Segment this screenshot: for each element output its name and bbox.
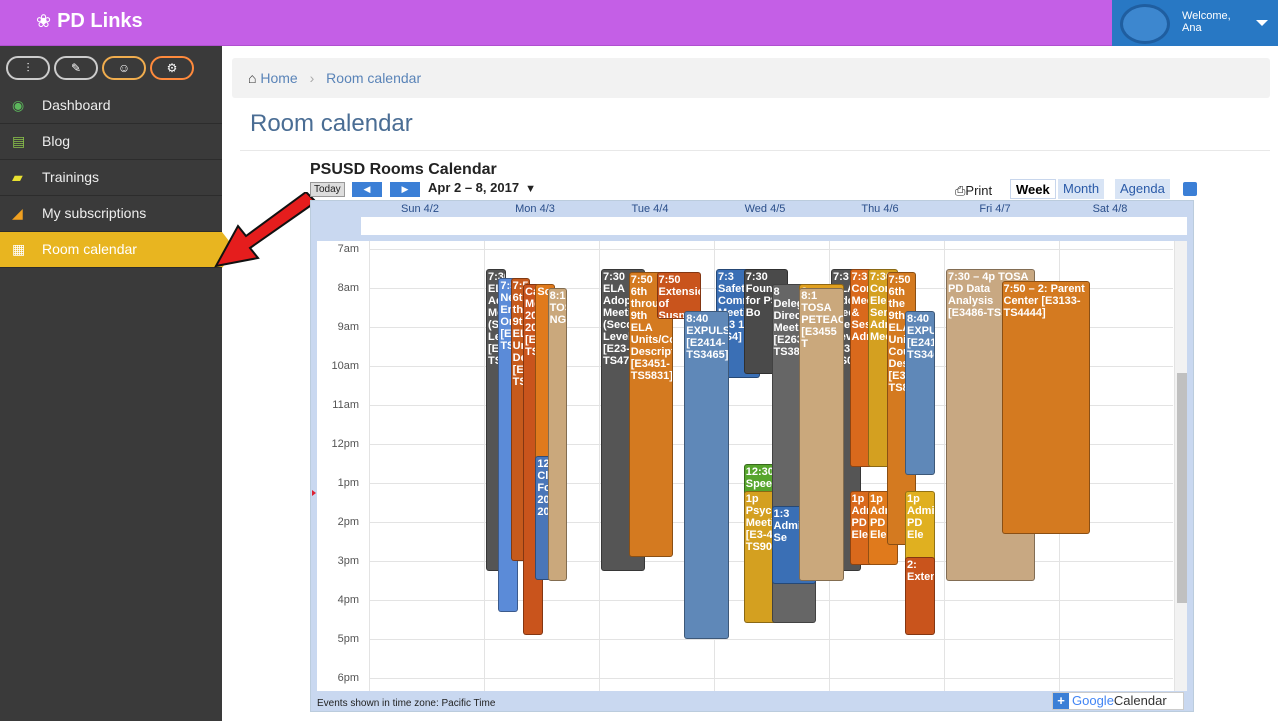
sidebar-item-dashboard[interactable]: ◉ Dashboard	[0, 88, 222, 124]
tab-agenda[interactable]: Agenda	[1115, 179, 1170, 199]
sidebar-item-subscriptions[interactable]: ◢ My subscriptions	[0, 196, 222, 232]
hour-label: 8am	[337, 282, 359, 294]
hour-label: 4pm	[337, 594, 359, 606]
app-name: PD Links	[57, 10, 143, 32]
page-title: Room calendar	[250, 110, 413, 137]
sidebar-item-label: Room calendar	[42, 241, 137, 257]
divider	[240, 150, 1270, 151]
day-headers: Sun 4/2 Mon 4/3 Tue 4/4 Wed 4/5 Thu 4/6 Fri 4…	[361, 203, 1187, 217]
calendar-icon: ▦	[12, 241, 26, 257]
chevron-down-icon: ▼	[525, 183, 536, 195]
sidebar-item-label: Dashboard	[42, 97, 111, 113]
current-time-marker	[312, 490, 316, 496]
calendar-event[interactable]: 8:1 TOSA NGSS/PTEACHER	[547, 288, 568, 581]
hour-label: 1pm	[337, 477, 359, 489]
dashboard-icon: ◉	[12, 97, 25, 113]
day-header-1: Mon 4/3	[515, 203, 555, 215]
all-day-row[interactable]	[361, 217, 1187, 235]
calendar-grid-frame: Sun 4/2 Mon 4/3 Tue 4/4 Wed 4/5 Thu 4/6 Fri 4…	[310, 200, 1194, 712]
calendar-event[interactable]: 8:40 EXPULSIONS [E2414-TS3465]	[684, 311, 729, 639]
sidebar-item-label: Trainings	[42, 169, 100, 185]
google-calendar-badge[interactable]: + GoogleCalendar	[1052, 692, 1184, 710]
breadcrumb-current: Room calendar	[326, 70, 422, 86]
scrollbar[interactable]	[1175, 241, 1187, 691]
sidebar-item-blog[interactable]: ▤ Blog	[0, 124, 222, 160]
hour-label: 7am	[337, 243, 359, 255]
hour-gridline	[369, 249, 1173, 250]
hour-label: 5pm	[337, 633, 359, 645]
sidebar-shortcuts: ⫶ ✎ ☺ ⚙	[0, 46, 222, 88]
hour-label: 3pm	[337, 555, 359, 567]
date-range[interactable]: Apr 2 – 8, 2017 ▼	[428, 180, 536, 195]
scrollbar-thumb[interactable]	[1177, 373, 1187, 603]
calendar-event[interactable]: 1p Administrator PD Ele	[905, 490, 935, 565]
sidebar-item-label: My subscriptions	[42, 205, 147, 221]
hour-label: 10am	[331, 360, 359, 372]
breadcrumb-home-link[interactable]: Home	[260, 70, 297, 86]
welcome-text: Welcome, Ana	[1182, 10, 1231, 34]
day-header-2: Tue 4/4	[631, 203, 669, 215]
rss-icon: ◢	[12, 205, 23, 221]
sidebar-item-trainings[interactable]: ▰ Trainings	[0, 160, 222, 196]
hour-label: 11am	[332, 399, 359, 411]
pencil-icon[interactable]: ✎	[54, 56, 98, 80]
red-arrow-annotation	[214, 192, 316, 268]
today-button[interactable]: Today	[310, 182, 345, 197]
day-header-3: Wed 4/5	[744, 203, 786, 215]
avatar[interactable]	[1120, 4, 1170, 44]
home-icon[interactable]: ⌂	[248, 70, 256, 86]
top-bar: ❀ PD Links Welcome, Ana	[0, 0, 1278, 46]
paw-icon: ❀	[36, 11, 52, 31]
timezone-note: Events shown in time zone: Pacific Time	[317, 698, 496, 709]
blog-icon: ▤	[12, 133, 26, 149]
day-gridline	[944, 241, 945, 691]
user-menu[interactable]: Welcome, Ana	[1112, 0, 1278, 46]
app-logo[interactable]: ❀ PD Links	[36, 10, 143, 33]
hour-label: 9am	[337, 321, 359, 333]
users-icon[interactable]: ☺	[102, 56, 146, 80]
hour-label: 12pm	[331, 438, 359, 450]
day-gridline	[1174, 241, 1175, 691]
breadcrumb: ⌂ Home › Room calendar	[232, 58, 1270, 98]
day-header-4: Thu 4/6	[861, 203, 899, 215]
day-gridline	[599, 241, 600, 691]
hour-gridline	[369, 639, 1173, 640]
week-grid[interactable]: 7am 8am 9am 10am 11am 12pm 1pm 2pm 3pm 4pm 5pm 6pm 7…	[317, 241, 1187, 691]
hour-label: 2pm	[337, 516, 359, 528]
calendar-event[interactable]: 8:1 TOSA PETEACHER [E3455 T	[799, 288, 844, 581]
book-icon: ▰	[12, 169, 23, 185]
calendar-event[interactable]: 2: Extension	[905, 557, 935, 636]
chevron-down-icon[interactable]	[1256, 20, 1268, 26]
view-dropdown-icon[interactable]	[1183, 182, 1197, 196]
sidebar-item-room-calendar[interactable]: ▦ Room calendar	[0, 232, 236, 268]
breadcrumb-separator: ›	[309, 70, 315, 86]
calendar-event[interactable]: 7:50 – 2: Parent Center [E3133-TS4444]	[1001, 281, 1091, 534]
tab-month[interactable]: Month	[1058, 179, 1105, 199]
day-gridline	[484, 241, 485, 691]
gears-icon[interactable]: ⚙	[150, 56, 194, 80]
hour-label: 6pm	[337, 672, 359, 684]
sidebar: ⫶ ✎ ☺ ⚙ ◉ Dashboard ▤ Blog ▰ Trainings ◢ My sub…	[0, 46, 236, 721]
day-gridline	[369, 241, 370, 691]
calendar-title: PSUSD Rooms Calendar	[310, 161, 497, 178]
calendar-embed: PSUSD Rooms Calendar Today ◀ ▶ Apr 2 – 8…	[310, 158, 1200, 718]
tab-week[interactable]: Week	[1010, 179, 1056, 199]
sidebar-item-label: Blog	[42, 133, 71, 149]
next-week-button[interactable]: ▶	[390, 182, 420, 197]
prev-week-button[interactable]: ◀	[352, 182, 382, 197]
day-header-0: Sun 4/2	[401, 203, 439, 215]
day-header-5: Fri 4/7	[979, 203, 1011, 215]
hour-gridline	[369, 678, 1173, 679]
day-header-6: Sat 4/8	[1092, 203, 1128, 215]
signal-icon[interactable]: ⫶	[6, 56, 50, 80]
calendar-event[interactable]: 8:40 EXPULSIONS [E2414-TS3466]	[905, 311, 935, 476]
print-link[interactable]: ⎙Print	[955, 183, 992, 199]
